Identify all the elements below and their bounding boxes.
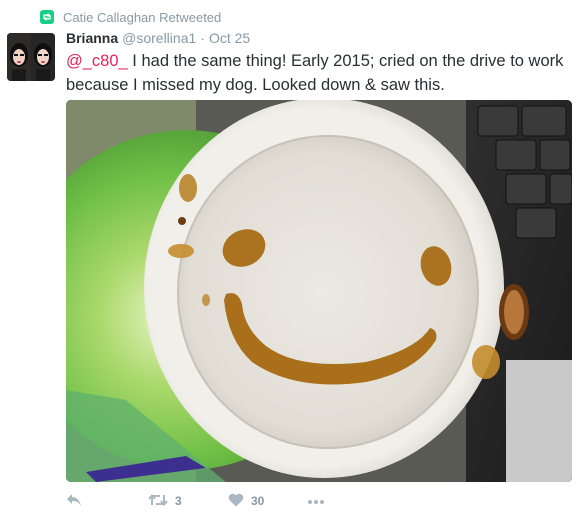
more-icon	[307, 494, 325, 508]
reply-icon	[66, 493, 82, 510]
retweet-context-text[interactable]: Catie Callaghan Retweeted	[63, 10, 221, 25]
avatar[interactable]	[7, 33, 55, 81]
like-count: 30	[251, 494, 265, 508]
mention-link[interactable]: @_c80_	[66, 52, 128, 70]
tweet-body: I had the same thing! Early 2015; cried …	[66, 52, 564, 94]
header-separator: ·	[200, 30, 205, 46]
reply-button[interactable]	[66, 490, 82, 512]
retweet-icon	[148, 493, 168, 510]
heart-icon	[228, 493, 244, 510]
retweet-context: Catie Callaghan Retweeted	[40, 8, 221, 26]
author-username[interactable]: @sorellina1	[122, 30, 196, 46]
like-button[interactable]: 30	[228, 490, 264, 512]
tweet-text: @_c80_ I had the same thing! Early 2015;…	[66, 49, 571, 97]
author-fullname[interactable]: Brianna	[66, 30, 118, 46]
tweet-actions: 3 30	[66, 490, 366, 512]
retweet-button[interactable]: 3	[148, 490, 182, 512]
tweet-photo[interactable]	[66, 100, 572, 482]
tweet-header: Brianna @sorellina1 · Oct 25	[66, 30, 250, 46]
tweet-timestamp[interactable]: Oct 25	[209, 30, 250, 46]
retweet-count: 3	[175, 494, 182, 508]
more-button[interactable]	[307, 490, 325, 512]
retweet-icon	[40, 10, 54, 24]
